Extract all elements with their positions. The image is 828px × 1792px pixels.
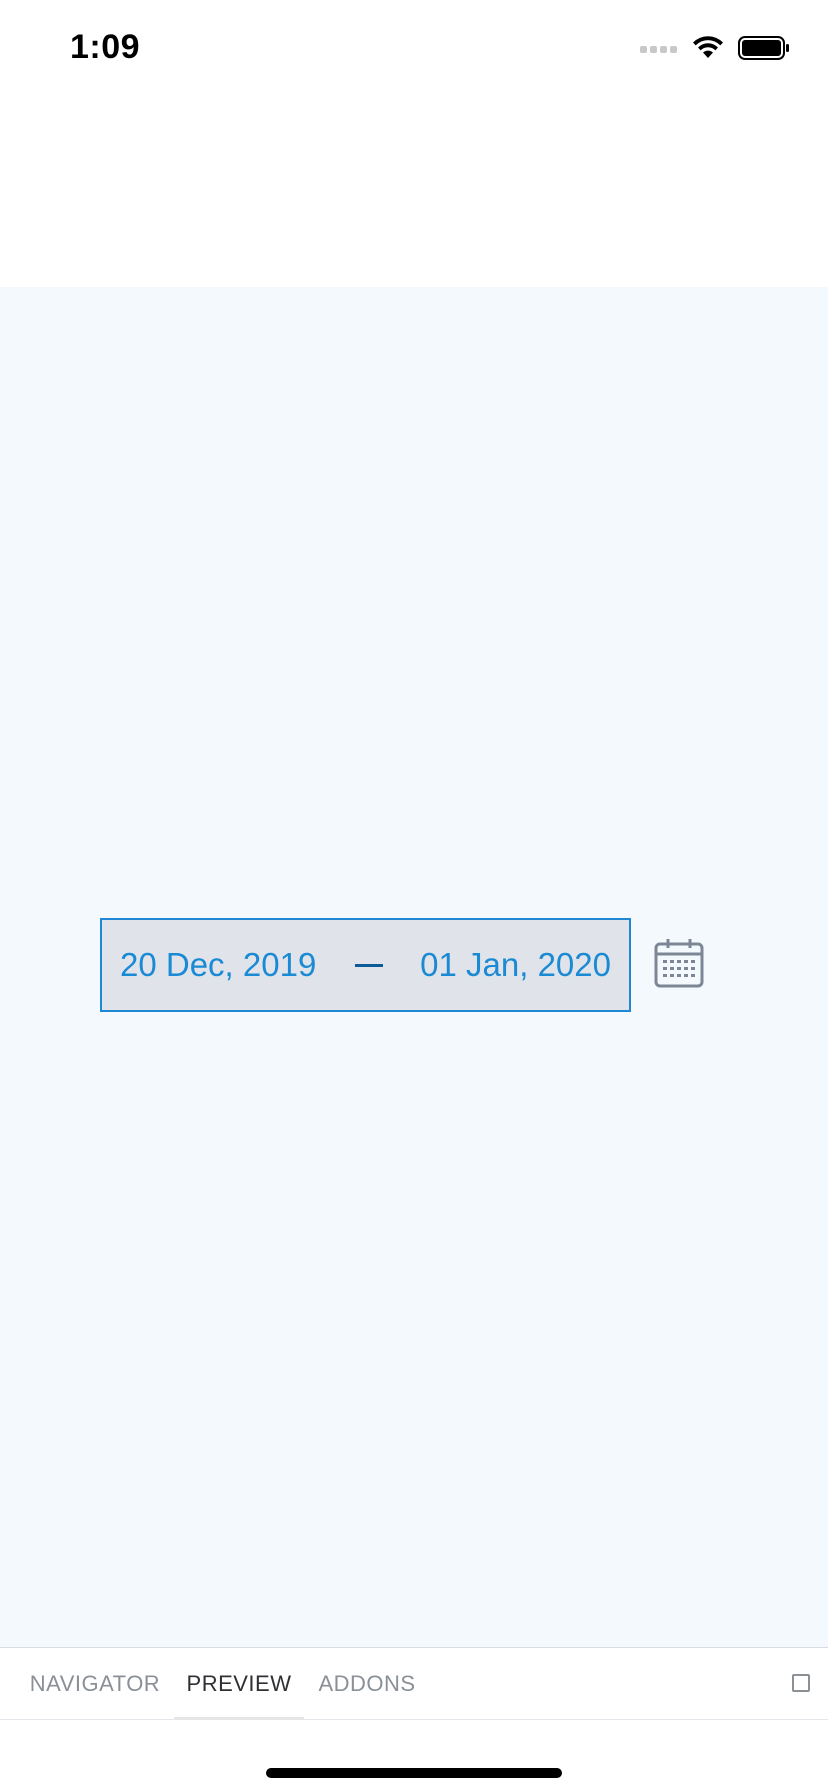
battery-icon [738, 36, 790, 65]
range-separator [355, 963, 384, 967]
tab-label: NAVIGATOR [29, 1671, 161, 1696]
preview-canvas: 20 Dec, 2019 01 Jan, 2020 [0, 287, 828, 1648]
wifi-icon [692, 36, 724, 65]
calendar-icon [654, 938, 704, 993]
tab-label: PREVIEW [186, 1671, 292, 1696]
start-date[interactable]: 20 Dec, 2019 [120, 946, 316, 984]
status-time: 1:09 [70, 28, 141, 66]
tab-label: ADDONS [318, 1671, 416, 1696]
home-indicator-area [0, 1720, 828, 1792]
status-icons [640, 36, 790, 65]
date-range-picker: 20 Dec, 2019 01 Jan, 2020 [100, 918, 705, 1012]
cellular-signal-icon [640, 42, 678, 60]
tab-navigator[interactable]: NAVIGATOR [14, 1648, 176, 1720]
square-panel-icon[interactable] [792, 1674, 810, 1692]
date-range-input[interactable]: 20 Dec, 2019 01 Jan, 2020 [100, 918, 631, 1012]
addon-tab-bar: NAVIGATOR PREVIEW ADDONS [0, 1647, 828, 1723]
home-indicator[interactable] [266, 1768, 562, 1778]
status-bar: 1:09 [0, 0, 828, 100]
tab-addons[interactable]: ADDONS [304, 1648, 430, 1720]
tab-preview[interactable]: PREVIEW [174, 1648, 304, 1723]
end-date[interactable]: 01 Jan, 2020 [420, 946, 611, 984]
calendar-button[interactable] [653, 938, 705, 993]
